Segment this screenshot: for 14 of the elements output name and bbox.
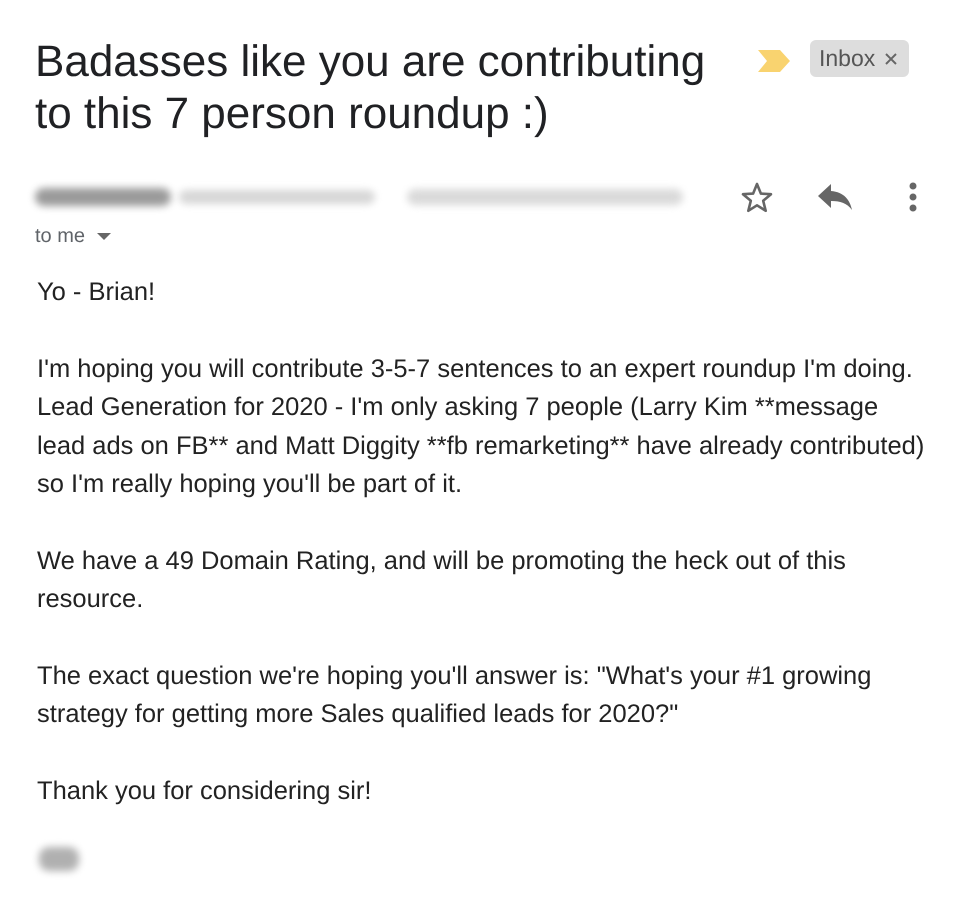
reply-icon[interactable] <box>818 184 852 210</box>
more-options-icon[interactable] <box>909 182 917 212</box>
importance-marker-icon[interactable] <box>758 50 790 72</box>
body-paragraph: I'm hoping you will contribute 3-5-7 sentences to an expert roundup I'm doing. Lead Generation for 2020 - I'm only asking 7 people (Larry Kim **message lead ads on FB** and Matt Diggity **fb remarketing** have already contributed) so I'm really hoping you'll be part of it. <box>37 354 926 500</box>
close-icon[interactable] <box>885 52 898 64</box>
label-text: Inbox <box>819 45 876 72</box>
body-paragraph: Yo - Brian! <box>37 277 156 308</box>
caret-icon[interactable] <box>97 232 112 240</box>
star-icon[interactable] <box>741 182 773 212</box>
body-paragraph: We have a 49 Domain Rating, and will be promoting the heck out of this resource. <box>37 546 847 616</box>
body-paragraph: Thank you for considering sir! <box>37 776 372 808</box>
recipients-text: to me <box>35 224 86 249</box>
email-subject: Badasses like you are contributing to this 7 person roundup :) <box>35 36 706 140</box>
body-paragraph: The exact question we're hoping you'll answer is: "What's your #1 growing strategy for getting more Sales qualified leads for 2020?" <box>37 661 872 730</box>
